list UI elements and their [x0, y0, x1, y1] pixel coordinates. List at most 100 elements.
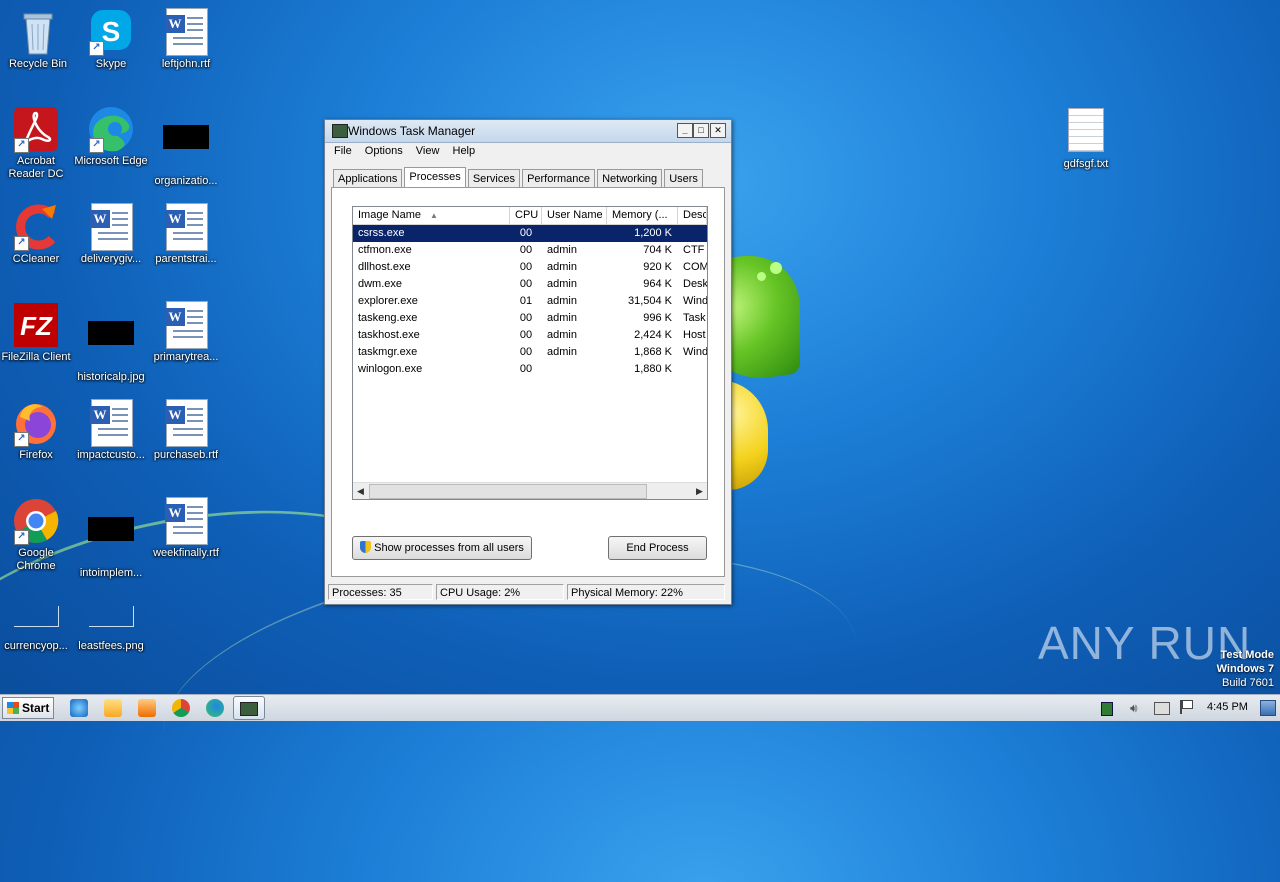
desktop-icon-recycle-bin[interactable]: Recycle Bin — [0, 8, 76, 71]
desktop-icon-primarytrea[interactable]: W primarytrea... — [148, 301, 224, 364]
chrome-icon: ↗ — [12, 497, 60, 545]
tab-processes[interactable]: Processes — [404, 167, 466, 188]
process-rows: csrss.exe 00 1,200 K ctfmon.exe 00 admin 704 K… — [353, 225, 707, 378]
desktop-icon-firefox[interactable]: ↗ Firefox — [0, 399, 74, 462]
chrome-taskbar-icon[interactable] — [172, 699, 190, 717]
process-row[interactable]: dllhost.exe 00 admin 920 K COM — [353, 259, 707, 276]
tray-network-icon[interactable] — [1154, 702, 1170, 715]
desktop-icon-leftjohn[interactable]: W leftjohn.rtf — [148, 8, 224, 71]
desktop-icon-ccleaner[interactable]: ↗ CCleaner — [0, 203, 74, 266]
menu-file[interactable]: File — [329, 143, 357, 159]
column-description[interactable]: Desc — [678, 207, 707, 224]
desktop-icon-label: gdfsgf.txt — [1063, 158, 1109, 170]
horizontal-scrollbar[interactable]: ◀ ▶ — [353, 482, 707, 499]
scrollbar-thumb[interactable] — [369, 484, 647, 499]
window-title: Windows Task Manager — [348, 124, 476, 138]
desktop-icon-historicalp[interactable]: historicalp.jpg — [73, 301, 149, 384]
desktop-icon-organizatio[interactable]: organizatio... — [148, 105, 224, 188]
desktop-icon-impactcusto[interactable]: W impactcusto... — [73, 399, 149, 462]
internet-explorer-icon[interactable] — [70, 699, 88, 717]
scroll-right-icon[interactable]: ▶ — [692, 483, 707, 499]
shortcut-arrow-icon: ↗ — [14, 138, 29, 153]
processes-panel: Image Name ▲ CPU User Name Memory (... Desc … — [331, 187, 725, 577]
desktop-icon-label: currencyop... — [4, 640, 68, 652]
desktop-icon-weekfinally[interactable]: W weekfinally.rtf — [148, 497, 224, 560]
tray-flag-icon[interactable] — [1180, 700, 1193, 714]
title-bar[interactable]: Windows Task Manager _ □ ✕ — [325, 120, 731, 143]
edge-taskbar-icon[interactable] — [206, 699, 224, 717]
show-all-processes-button[interactable]: Show processes from all users — [352, 536, 532, 560]
media-player-icon[interactable] — [138, 699, 156, 717]
process-row[interactable]: winlogon.exe 00 1,880 K — [353, 361, 707, 378]
desktop-icon-gdfsgf[interactable]: gdfsgf.txt — [1048, 108, 1124, 171]
process-name: ctfmon.exe — [358, 244, 412, 256]
process-memory: 1,868 K — [634, 346, 672, 358]
process-name: taskeng.exe — [358, 312, 418, 324]
process-row[interactable]: csrss.exe 00 1,200 K — [353, 225, 707, 242]
end-process-button[interactable]: End Process — [608, 536, 707, 560]
process-user: admin — [547, 278, 577, 290]
task-manager-taskbar-button[interactable] — [233, 696, 265, 720]
scroll-left-icon[interactable]: ◀ — [353, 483, 368, 499]
wallpaper-dot — [757, 272, 766, 281]
task-manager-icon — [332, 124, 348, 138]
desktop-icon-currencyop[interactable]: currencyop... — [0, 606, 74, 653]
desktop-icon-edge[interactable]: ↗ Microsoft Edge — [73, 105, 149, 168]
desktop-icon-leastfees[interactable]: leastfees.png — [73, 606, 149, 653]
column-user-name[interactable]: User Name — [542, 207, 607, 224]
close-button[interactable]: ✕ — [710, 123, 726, 138]
desktop-icon-deliverygiv[interactable]: W deliverygiv... — [73, 203, 149, 266]
desktop-icon-label: impactcusto... — [77, 449, 145, 461]
process-row[interactable]: taskeng.exe 00 admin 996 K Task — [353, 310, 707, 327]
desktop-icon-skype[interactable]: S ↗ Skype — [73, 8, 149, 71]
file-thumbnail-icon — [162, 125, 210, 173]
desktop-icon-label: intoimplem... — [79, 567, 143, 579]
menu-options[interactable]: Options — [360, 143, 408, 159]
column-image-name[interactable]: Image Name ▲ — [353, 207, 510, 224]
process-row[interactable]: taskhost.exe 00 admin 2,424 K Host — [353, 327, 707, 344]
menu-help[interactable]: Help — [448, 143, 481, 159]
tab-services[interactable]: Services — [467, 169, 520, 188]
show-desktop-button[interactable] — [1260, 700, 1276, 716]
desktop-icon-filezilla[interactable]: FZ FileZilla Client — [0, 301, 74, 364]
desktop-icon-intoimplem[interactable]: intoimplem... — [73, 497, 149, 580]
process-name: csrss.exe — [358, 227, 405, 239]
file-explorer-icon[interactable] — [104, 699, 122, 717]
tray-status-icon[interactable] — [1101, 702, 1113, 716]
process-cpu: 01 — [519, 295, 533, 307]
menu-view[interactable]: View — [411, 143, 445, 159]
process-row[interactable]: dwm.exe 00 admin 964 K Desk — [353, 276, 707, 293]
tab-users[interactable]: Users — [664, 169, 703, 188]
start-button[interactable]: Start — [2, 697, 54, 719]
process-memory: 1,880 K — [634, 363, 672, 375]
column-cpu[interactable]: CPU — [510, 207, 542, 224]
process-user: admin — [547, 329, 577, 341]
column-memory[interactable]: Memory (... — [607, 207, 678, 224]
tab-networking[interactable]: Networking — [597, 169, 663, 188]
process-row[interactable]: ctfmon.exe 00 admin 704 K CTF I — [353, 242, 707, 259]
tab-performance[interactable]: Performance — [522, 169, 596, 188]
desktop-icon-parentstrai[interactable]: W parentstrai... — [148, 203, 224, 266]
process-memory: 920 K — [643, 261, 672, 273]
desktop-icon-chrome[interactable]: ↗ Google Chrome — [0, 497, 74, 573]
minimize-button[interactable]: _ — [677, 123, 693, 138]
process-row[interactable]: taskmgr.exe 00 admin 1,868 K Wind — [353, 344, 707, 361]
process-name: taskmgr.exe — [358, 346, 418, 358]
process-row[interactable]: explorer.exe 01 admin 31,504 K Wind — [353, 293, 707, 310]
word-document-icon: W — [162, 203, 210, 251]
task-manager-window[interactable]: Windows Task Manager _ □ ✕ File Options … — [324, 119, 732, 605]
taskbar-clock[interactable]: 4:45 PM — [1207, 701, 1248, 713]
process-list[interactable]: Image Name ▲ CPU User Name Memory (... Desc … — [352, 206, 708, 500]
text-file-icon — [1062, 108, 1110, 156]
process-user: admin — [547, 346, 577, 358]
build-label: Build 7601 — [1222, 677, 1274, 689]
maximize-button[interactable]: □ — [693, 123, 709, 138]
process-description: CTF I — [683, 244, 707, 256]
tray-audio-icon[interactable]: 🔊︎ — [1130, 701, 1138, 716]
start-label: Start — [22, 701, 50, 715]
process-cpu: 00 — [519, 346, 533, 358]
desktop-icon-acrobat[interactable]: ↗ Acrobat Reader DC — [0, 105, 74, 181]
desktop-icon-purchaseb[interactable]: W purchaseb.rtf — [148, 399, 224, 462]
status-cpu-usage: CPU Usage: 2% — [436, 584, 564, 600]
tab-applications[interactable]: Applications — [333, 169, 403, 188]
